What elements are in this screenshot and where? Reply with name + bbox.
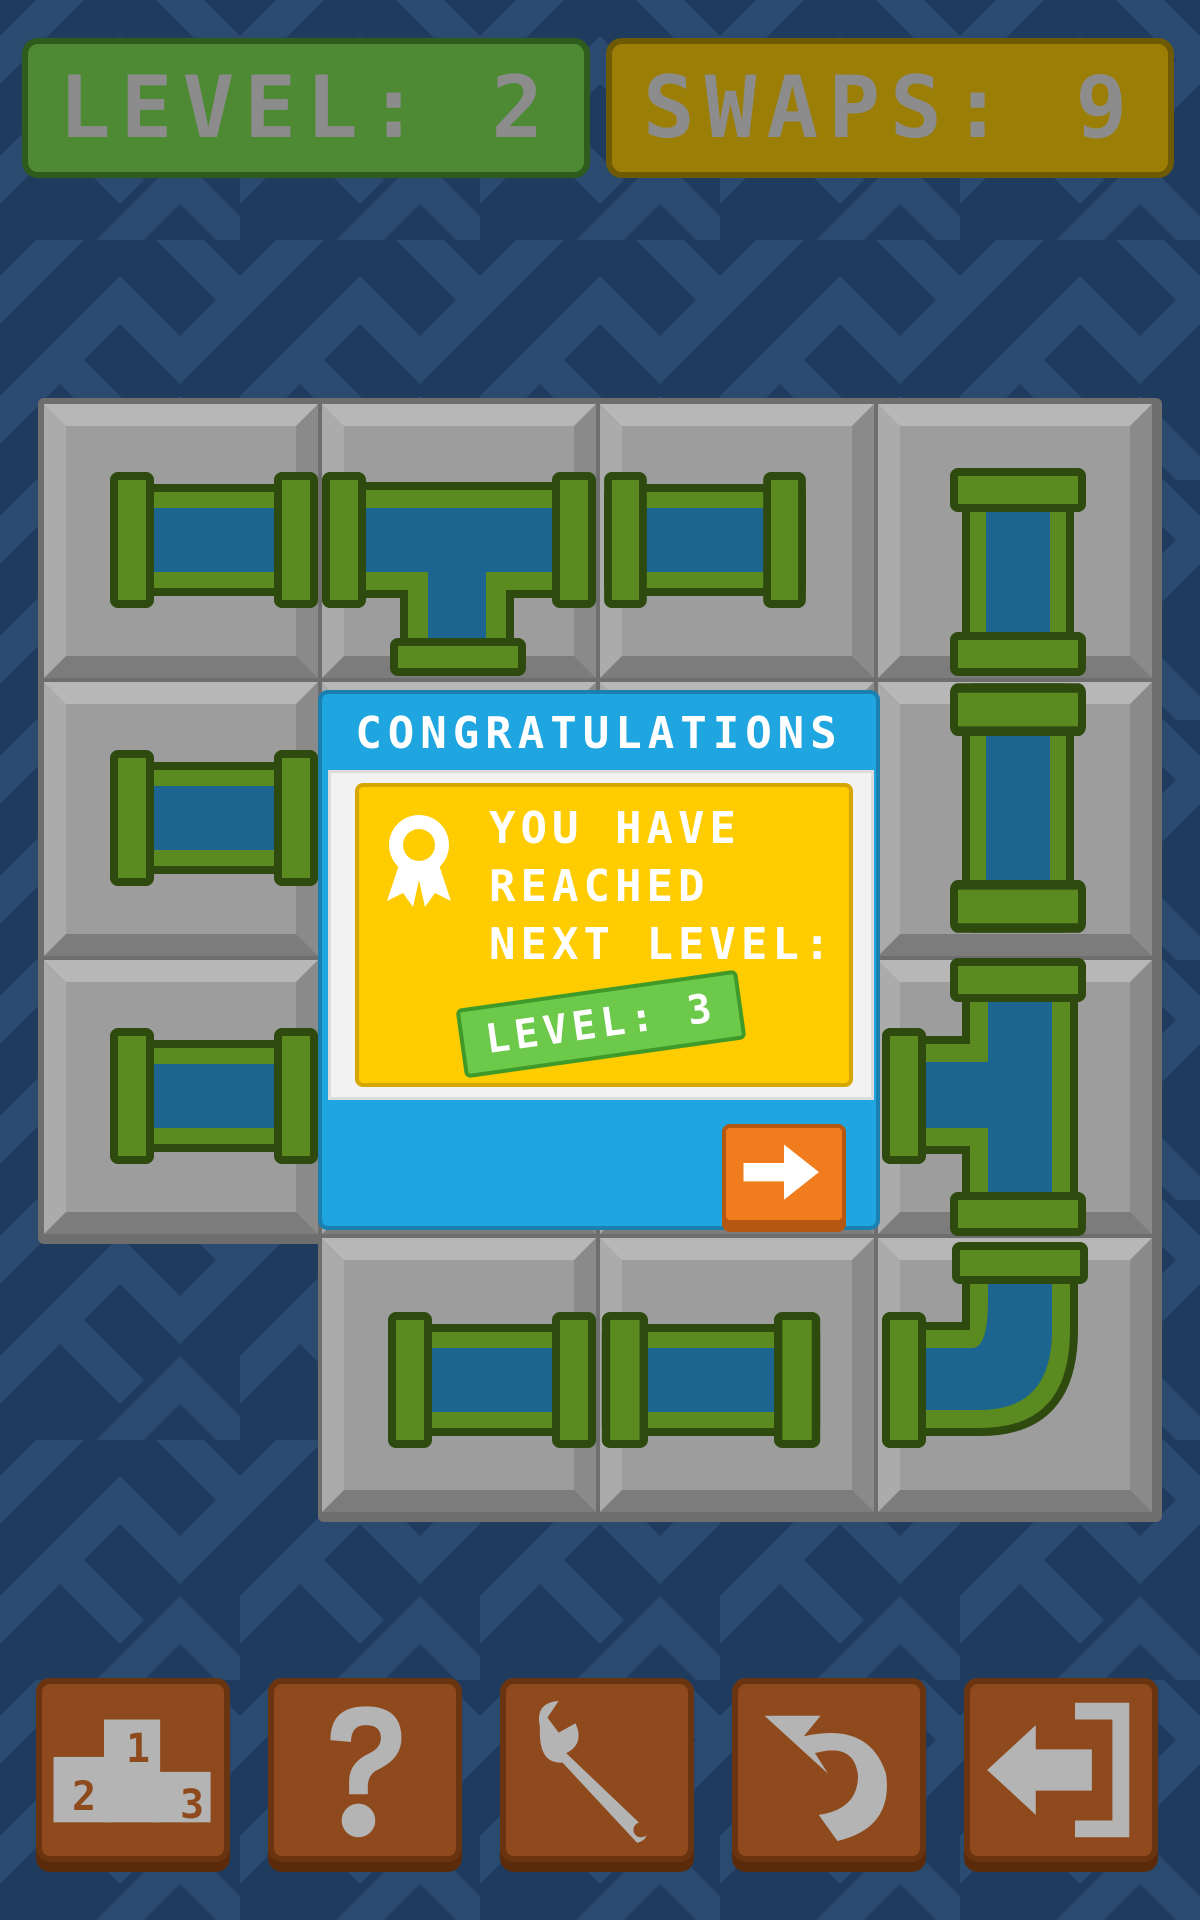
board-tile[interactable] [44, 682, 318, 956]
award-ribbon-icon [387, 815, 451, 907]
board-tile[interactable] [44, 404, 318, 678]
message-line-2: REACHED [489, 861, 710, 912]
help-button[interactable] [268, 1678, 462, 1862]
leaderboard-button[interactable]: 1 2 3 [36, 1678, 230, 1862]
message-line-3: NEXT LEVEL: [489, 919, 836, 970]
next-level-button[interactable] [722, 1124, 846, 1224]
board-tile[interactable] [322, 404, 596, 678]
dialog-message-card: YOU HAVE REACHED NEXT LEVEL: LEVEL: 3 [355, 783, 853, 1087]
dialog-body: YOU HAVE REACHED NEXT LEVEL: LEVEL: 3 [328, 770, 874, 1100]
exit-button[interactable] [964, 1678, 1158, 1862]
arrow-right-icon [743, 1144, 819, 1200]
message-line-1: YOU HAVE [489, 803, 741, 854]
board-tile[interactable] [878, 404, 1152, 678]
wrench-icon [538, 1700, 649, 1843]
settings-button[interactable] [500, 1678, 694, 1862]
board-tile[interactable] [322, 1238, 596, 1512]
board-tile[interactable] [600, 404, 874, 678]
podium-digit-1: 1 [126, 1726, 151, 1772]
undo-button[interactable] [732, 1678, 926, 1862]
exit-door-icon [987, 1702, 1130, 1838]
podium-digit-2: 2 [72, 1774, 97, 1820]
undo-arrow-icon [764, 1715, 887, 1842]
next-level-badge: LEVEL: 3 [455, 969, 747, 1079]
board-tile[interactable] [878, 960, 1152, 1234]
dialog-title: CONGRATULATIONS [355, 708, 843, 759]
board-tile[interactable] [44, 960, 318, 1234]
podium-digit-3: 3 [180, 1782, 205, 1828]
board-tile[interactable] [600, 1238, 874, 1512]
congratulations-dialog: CONGRATULATIONS YOU HAVE REACHED NEXT LE… [318, 690, 880, 1230]
board-tile[interactable] [878, 682, 1152, 956]
question-mark-icon [330, 1706, 402, 1838]
board-tile[interactable] [878, 1238, 1152, 1512]
